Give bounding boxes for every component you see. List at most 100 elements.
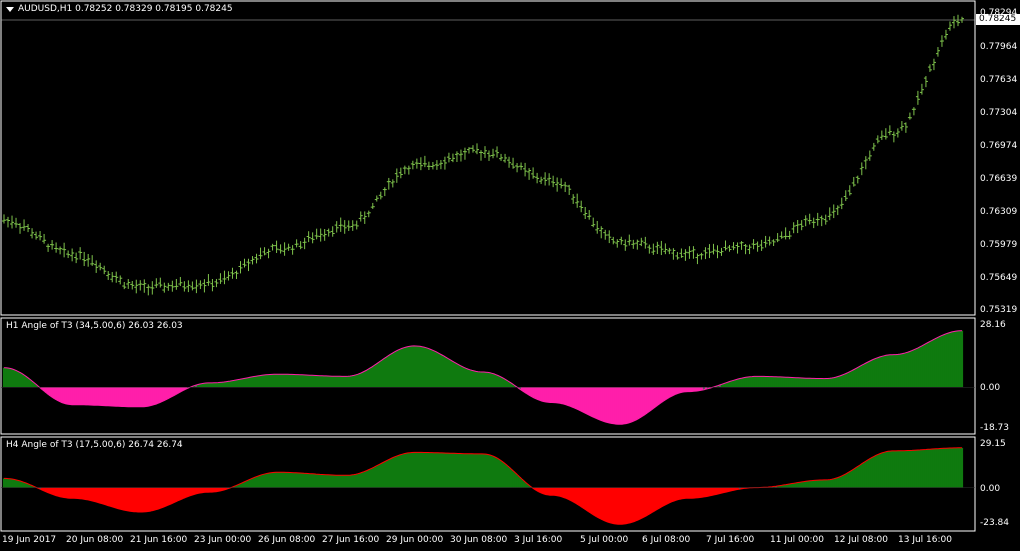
candle [839, 197, 844, 210]
candle [727, 244, 732, 252]
candle [567, 184, 572, 195]
candle [687, 246, 692, 259]
time-tick: 12 Jul 08:00 [834, 535, 888, 545]
candle [747, 244, 752, 255]
price-candles [2, 14, 964, 296]
candle [314, 228, 319, 240]
candle [867, 150, 872, 161]
candle [543, 172, 548, 186]
candle [671, 248, 676, 260]
candle [454, 151, 459, 162]
candle [575, 193, 580, 208]
h4-scale-tick: -23.84 [980, 518, 1010, 528]
candle [138, 280, 143, 291]
candle [483, 146, 488, 158]
candle [58, 246, 63, 255]
candle [214, 278, 219, 288]
candle [294, 239, 299, 248]
candle [527, 168, 532, 180]
candle [430, 161, 435, 170]
candle [90, 255, 95, 266]
candle [883, 128, 888, 140]
candle [643, 236, 648, 249]
chart-canvas[interactable] [0, 0, 1020, 551]
candle [803, 215, 808, 227]
candle [699, 252, 704, 260]
time-tick: 13 Jul 16:00 [898, 535, 952, 545]
candle [74, 252, 79, 264]
candle [943, 29, 948, 40]
time-tick: 20 Jun 08:00 [66, 535, 124, 545]
candle [162, 282, 167, 293]
candle [338, 217, 343, 232]
candle [426, 161, 431, 171]
candle [166, 282, 171, 291]
candle [619, 236, 624, 245]
price-tick: 0.77634 [980, 75, 1018, 85]
h1-scale-tick: 28.16 [980, 320, 1006, 330]
candle [675, 251, 680, 260]
candle [118, 275, 123, 285]
candle [499, 153, 504, 161]
candle [855, 175, 860, 184]
candle [607, 230, 612, 244]
candle [370, 202, 375, 209]
candle [843, 190, 848, 202]
candle [831, 204, 836, 219]
candle [587, 210, 592, 220]
price-tick: 0.76639 [980, 174, 1018, 184]
candle [787, 230, 792, 240]
candle [30, 228, 35, 239]
candle [723, 240, 728, 251]
time-tick: 21 Jun 16:00 [130, 535, 188, 545]
candle [775, 233, 780, 243]
time-tick: 29 Jun 00:00 [386, 535, 444, 545]
time-tick: 3 Jul 16:00 [514, 535, 563, 545]
candle [743, 244, 748, 255]
candle [719, 247, 724, 256]
candle [715, 245, 720, 259]
candle [70, 248, 75, 262]
candle [478, 150, 483, 161]
candle [50, 240, 55, 250]
h4-scale-tick: 29.15 [980, 439, 1006, 449]
candle [955, 14, 960, 27]
candle [474, 143, 479, 155]
h4-pane-title: H4 Angle of T3 (17,5.00,6) 26.74 26.74 [6, 440, 183, 450]
candle [14, 217, 19, 228]
candle [86, 253, 91, 267]
time-tick: 27 Jun 16:00 [322, 535, 380, 545]
candle [78, 247, 83, 260]
candle [26, 224, 31, 233]
candle [6, 216, 11, 228]
candle [875, 135, 880, 144]
price-tick: 0.76309 [980, 207, 1018, 217]
candle [911, 107, 916, 116]
candle [410, 160, 415, 170]
candle [46, 243, 51, 252]
candle [402, 165, 407, 175]
candle [154, 278, 159, 288]
candle [947, 21, 952, 31]
candle [583, 206, 588, 220]
time-tick: 6 Jul 08:00 [642, 535, 691, 545]
candle [951, 16, 956, 29]
candle [599, 226, 604, 239]
candle [559, 178, 564, 189]
candle [663, 243, 668, 255]
candle [146, 284, 151, 296]
candle [859, 162, 864, 176]
chart-window[interactable]: AUDUSD,H1 0.78252 0.78329 0.78195 0.7824… [0, 0, 1020, 551]
candle [487, 150, 492, 161]
h4-scale-tick: 0.00 [980, 484, 1001, 494]
chevron-down-icon[interactable] [6, 7, 14, 12]
candle [887, 125, 892, 136]
candle [330, 226, 335, 237]
h1-scale-tick: 0.00 [980, 383, 1001, 393]
candle [194, 279, 199, 294]
candle [94, 260, 99, 273]
candle [262, 247, 267, 256]
candle [939, 35, 944, 47]
candle [110, 272, 115, 283]
candle [106, 271, 111, 280]
